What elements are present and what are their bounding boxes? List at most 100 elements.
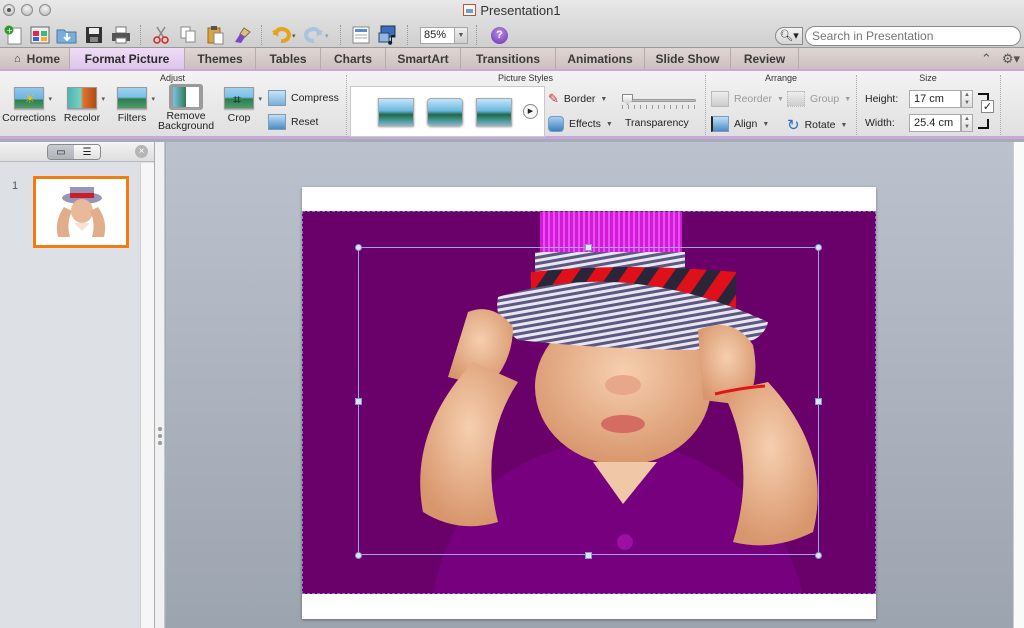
outline-view-icon[interactable]: ☰ <box>74 145 100 159</box>
reset-button[interactable]: Reset <box>268 114 318 130</box>
zoom-select[interactable]: 85% ▼ <box>420 26 468 44</box>
height-stepper[interactable]: ▲ ▼ <box>961 90 973 108</box>
print-icon[interactable] <box>110 24 132 46</box>
chevron-down-icon: ▼ <box>600 95 608 103</box>
gallery-icon[interactable] <box>29 24 51 46</box>
recolor-icon: ▾ <box>67 87 105 109</box>
svg-text:▾: ▾ <box>325 32 329 40</box>
pane-splitter[interactable] <box>155 142 165 628</box>
gallery-next-icon[interactable]: ▶ <box>523 104 538 119</box>
new-icon[interactable]: + <box>2 24 24 46</box>
group-separator <box>705 75 706 135</box>
redo-icon[interactable]: ▾ <box>304 24 332 46</box>
group-icon <box>787 91 805 107</box>
resize-handle-left[interactable] <box>355 398 362 405</box>
tab-slide-show[interactable]: Slide Show <box>645 48 731 69</box>
filters-button[interactable]: ▾ Filters <box>112 87 155 124</box>
svg-text:+: + <box>6 26 13 35</box>
group-title-size: Size <box>919 73 937 83</box>
width-label: Width: <box>865 117 895 129</box>
slides-view-icon[interactable]: ▭ <box>48 145 74 159</box>
slide-thumbnail[interactable] <box>33 176 129 248</box>
resize-handle-top[interactable] <box>585 244 592 251</box>
tab-smartart[interactable]: SmartArt <box>386 48 461 69</box>
tab-home[interactable]: ⌂ Home <box>0 48 70 69</box>
format-painter-icon[interactable] <box>231 24 253 46</box>
remove-background-button[interactable]: Remove Background <box>158 84 214 131</box>
picture-style-1[interactable] <box>378 98 414 126</box>
tab-review[interactable]: Review <box>731 48 799 69</box>
slider-track <box>622 99 696 102</box>
group-separator <box>346 75 347 135</box>
close-pane-icon[interactable]: × <box>135 145 148 158</box>
toolbar-separator <box>340 25 341 45</box>
group-separator <box>856 75 857 135</box>
group-separator <box>1000 75 1001 135</box>
border-button[interactable]: ✎ Border ▼ <box>548 91 607 107</box>
chevron-down-icon: ▼ <box>844 95 852 103</box>
align-button[interactable]: Align ▼ <box>711 116 769 132</box>
resize-handle-top-left[interactable] <box>355 244 362 251</box>
resize-handle-top-right[interactable] <box>815 244 822 251</box>
transparency-slider[interactable] <box>622 94 696 109</box>
effects-icon <box>548 116 564 132</box>
corrections-button[interactable]: ☀ ▾ Corrections <box>2 87 56 124</box>
tab-charts[interactable]: Charts <box>321 48 386 69</box>
border-pen-icon: ✎ <box>548 91 559 106</box>
height-field[interactable]: 17 cm <box>909 90 961 108</box>
tab-transitions[interactable]: Transitions <box>461 48 556 69</box>
undo-icon[interactable]: ▾ <box>271 24 299 46</box>
help-icon[interactable]: ? <box>491 26 508 44</box>
resize-handle-bottom-left[interactable] <box>355 552 362 559</box>
compress-button[interactable]: Compress <box>268 90 339 106</box>
paste-icon[interactable] <box>204 24 226 46</box>
tab-themes[interactable]: Themes <box>185 48 256 69</box>
lock-aspect-checkbox[interactable]: ✓ <box>981 100 994 113</box>
save-icon[interactable] <box>83 24 105 46</box>
copy-icon[interactable] <box>177 24 199 46</box>
search-icon[interactable]: 🔍︎▾ <box>775 27 803 45</box>
media-icon[interactable] <box>377 24 399 46</box>
tab-tables[interactable]: Tables <box>256 48 321 69</box>
view-toggle: ▭ ☰ <box>47 144 101 160</box>
open-icon[interactable] <box>56 24 78 46</box>
width-field[interactable]: 25.4 cm <box>909 114 961 132</box>
compress-icon <box>268 90 286 106</box>
group-button[interactable]: Group ▼ <box>787 91 851 107</box>
title-bar: Presentation1 + ▾ ▾ 85% ▼ ? 🔍︎▾ Search i… <box>0 0 1024 48</box>
slides-pane-scrollbar[interactable] <box>140 163 154 628</box>
crop-icon: ⌗ ▾ <box>224 87 262 109</box>
reorder-button[interactable]: Reorder ▼ <box>711 91 784 107</box>
resize-handle-bottom-right[interactable] <box>815 552 822 559</box>
slide-number: 1 <box>12 180 19 192</box>
group-title-arrange: Arrange <box>764 73 798 83</box>
canvas-scrollbar[interactable] <box>1013 142 1024 628</box>
reorder-icon <box>711 91 729 107</box>
selection-frame[interactable] <box>358 247 819 555</box>
chevron-down-icon[interactable]: ▼ <box>454 27 467 43</box>
group-title-adjust: Adjust <box>159 73 185 83</box>
gear-icon[interactable]: ⚙▾ <box>1002 51 1020 67</box>
chevron-down-icon: ▼ <box>605 120 613 128</box>
effects-button[interactable]: Effects ▼ <box>548 116 613 132</box>
resize-handle-bottom[interactable] <box>585 552 592 559</box>
picture-style-2[interactable] <box>427 98 463 126</box>
cut-icon[interactable] <box>150 24 172 46</box>
tab-format-picture[interactable]: Format Picture <box>70 48 185 69</box>
slide-layout-icon[interactable] <box>350 24 372 46</box>
rotate-button[interactable]: ↻ Rotate ▼ <box>787 116 847 134</box>
recolor-button[interactable]: ▾ Recolor <box>62 87 105 124</box>
chevron-down-icon: ▼ <box>840 121 848 129</box>
resize-handle-right[interactable] <box>815 398 822 405</box>
search-input[interactable] <box>805 26 1021 46</box>
tab-animations[interactable]: Animations <box>556 48 645 69</box>
rotate-icon: ↻ <box>787 117 800 134</box>
chevron-down-icon: ▼ <box>762 120 770 128</box>
collapse-ribbon-icon[interactable]: ⌃ <box>981 51 992 67</box>
picture-style-3[interactable] <box>476 98 512 126</box>
slider-knob[interactable] <box>622 94 633 105</box>
ribbon: Adjust Picture Styles Arrange Size ☀ ▾ Co… <box>0 71 1024 139</box>
presentation-doc-icon <box>463 4 477 16</box>
width-stepper[interactable]: ▲ ▼ <box>961 114 973 132</box>
crop-button[interactable]: ⌗ ▾ Crop <box>219 87 262 124</box>
